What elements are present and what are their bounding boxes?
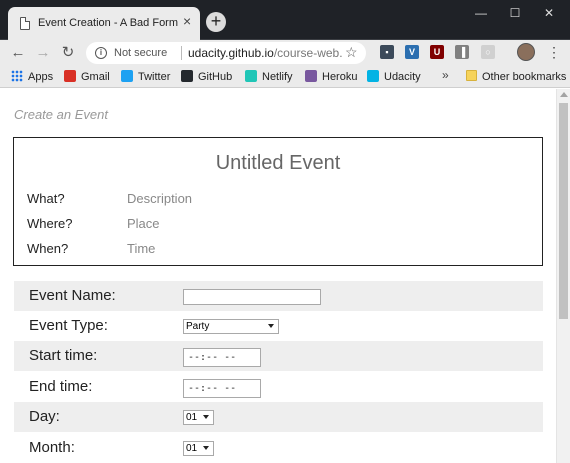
dropdown-arrow-icon [268, 324, 274, 328]
github-icon [181, 70, 193, 82]
bookmark-apps[interactable]: Apps [11, 70, 53, 84]
ext-columns-icon[interactable]: ▐ [455, 45, 469, 59]
maximize-button[interactable]: ☐ [507, 6, 523, 20]
end-time-row: End time: --:-- -- [14, 372, 543, 402]
forward-button[interactable]: → [34, 44, 52, 62]
scroll-thumb[interactable] [559, 103, 568, 319]
bookmark-heroku[interactable]: Heroku [305, 70, 357, 84]
preview-what-label: What? [27, 191, 65, 206]
ext-dark-icon[interactable]: ▪ [380, 45, 394, 59]
event-name-input[interactable] [183, 289, 321, 305]
month-label: Month: [29, 439, 75, 456]
bookmarks-overflow-icon[interactable]: » [442, 68, 449, 82]
event-type-select[interactable]: Party [183, 319, 279, 334]
bookmark-twitter[interactable]: Twitter [121, 70, 170, 84]
event-preview-title: Untitled Event [215, 152, 341, 174]
page-viewport: Create an Event Untitled Event What? Des… [0, 89, 556, 463]
tab-title: Event Creation - A Bad Form [38, 17, 179, 29]
close-window-button[interactable]: ✕ [541, 6, 557, 20]
event-type-value: Party [186, 321, 210, 332]
bookmark-gmail[interactable]: Gmail [64, 70, 110, 84]
netlify-icon [245, 70, 257, 82]
bookmark-udacity[interactable]: Udacity [367, 70, 421, 84]
dropdown-arrow-icon [203, 415, 209, 419]
event-name-row: Event Name: [14, 281, 543, 311]
window-titlebar: Event Creation - A Bad Form × + — ☐ ✕ [0, 0, 570, 40]
new-tab-button[interactable]: + [206, 12, 226, 32]
url-divider [181, 46, 182, 60]
bookmark-netlify[interactable]: Netlify [245, 70, 293, 84]
start-time-input[interactable]: --:-- -- [183, 348, 261, 367]
bookmark-label: Apps [28, 71, 54, 83]
scroll-up-arrow-icon[interactable] [560, 92, 568, 97]
ublock-icon[interactable]: U [430, 45, 444, 59]
ext-v-icon[interactable]: V [405, 45, 419, 59]
other-bookmarks-label: Other bookmarks [482, 71, 567, 83]
ext-circle-icon[interactable]: ○ [481, 45, 495, 59]
day-label: Day: [29, 408, 60, 425]
reload-button[interactable]: ↻ [59, 44, 77, 62]
gmail-icon [64, 70, 76, 82]
end-time-input[interactable]: --:-- -- [183, 379, 261, 398]
tab-close-icon[interactable]: × [183, 14, 191, 28]
month-value: 01 [186, 443, 198, 454]
security-label: Not secure [114, 47, 168, 59]
minimize-button[interactable]: — [473, 6, 489, 20]
start-time-row: Start time: --:-- -- [14, 341, 543, 371]
month-row: Month: 01 [14, 433, 543, 463]
preview-what-value: Description [127, 191, 193, 206]
bookmark-label: Heroku [322, 71, 358, 83]
event-name-label: Event Name: [29, 287, 116, 304]
folder-icon [466, 70, 477, 81]
preview-when-label: When? [27, 241, 69, 256]
preview-where-label: Where? [27, 216, 73, 231]
end-time-label: End time: [29, 378, 93, 395]
bookmark-label: Twitter [138, 71, 171, 83]
event-type-label: Event Type: [29, 317, 108, 334]
avatar[interactable] [517, 43, 535, 61]
event-type-row: Event Type: Party [14, 311, 543, 341]
url-path: /course-web... [273, 46, 343, 60]
bookmarks-bar: Apps Gmail Twitter GitHub Netlify Heroku Udaci… [0, 66, 570, 88]
address-bar[interactable]: i Not secure udacity.github.io/course-we… [86, 42, 366, 64]
bookmark-label: Udacity [384, 71, 421, 83]
preview-where-value: Place [127, 216, 160, 231]
event-preview-card: Untitled Event What? Description Where? … [13, 137, 543, 266]
browser-tab[interactable]: Event Creation - A Bad Form × [8, 7, 200, 40]
day-select[interactable]: 01 [183, 410, 214, 425]
bookmark-label: GitHub [198, 71, 233, 83]
vertical-scrollbar[interactable] [556, 89, 570, 463]
bookmark-label: Gmail [81, 71, 110, 83]
day-value: 01 [186, 412, 198, 423]
udacity-icon [367, 70, 379, 82]
bookmark-star-icon[interactable]: ☆ [345, 44, 358, 61]
back-button[interactable]: ← [9, 44, 27, 62]
apps-grid-icon [11, 70, 23, 82]
page-icon [20, 17, 30, 30]
preview-when-value: Time [127, 241, 156, 256]
start-time-label: Start time: [29, 347, 98, 364]
heroku-icon [305, 70, 317, 82]
month-select[interactable]: 01 [183, 441, 214, 456]
other-bookmarks[interactable]: Other bookmarks [466, 70, 566, 84]
url-host: udacity.github.io [188, 46, 274, 60]
bookmark-label: Netlify [262, 71, 293, 83]
page-heading: Create an Event [14, 107, 108, 122]
browser-toolbar: ← → ↻ i Not secure udacity.github.io/cou… [0, 40, 570, 66]
url-text[interactable]: udacity.github.io/course-web... [188, 46, 343, 60]
menu-icon[interactable]: ⋮ [547, 43, 561, 61]
day-row: Day: 01 [14, 402, 543, 432]
bookmark-github[interactable]: GitHub [181, 70, 232, 84]
dropdown-arrow-icon [203, 446, 209, 450]
twitter-icon [121, 70, 133, 82]
info-icon[interactable]: i [95, 47, 107, 59]
